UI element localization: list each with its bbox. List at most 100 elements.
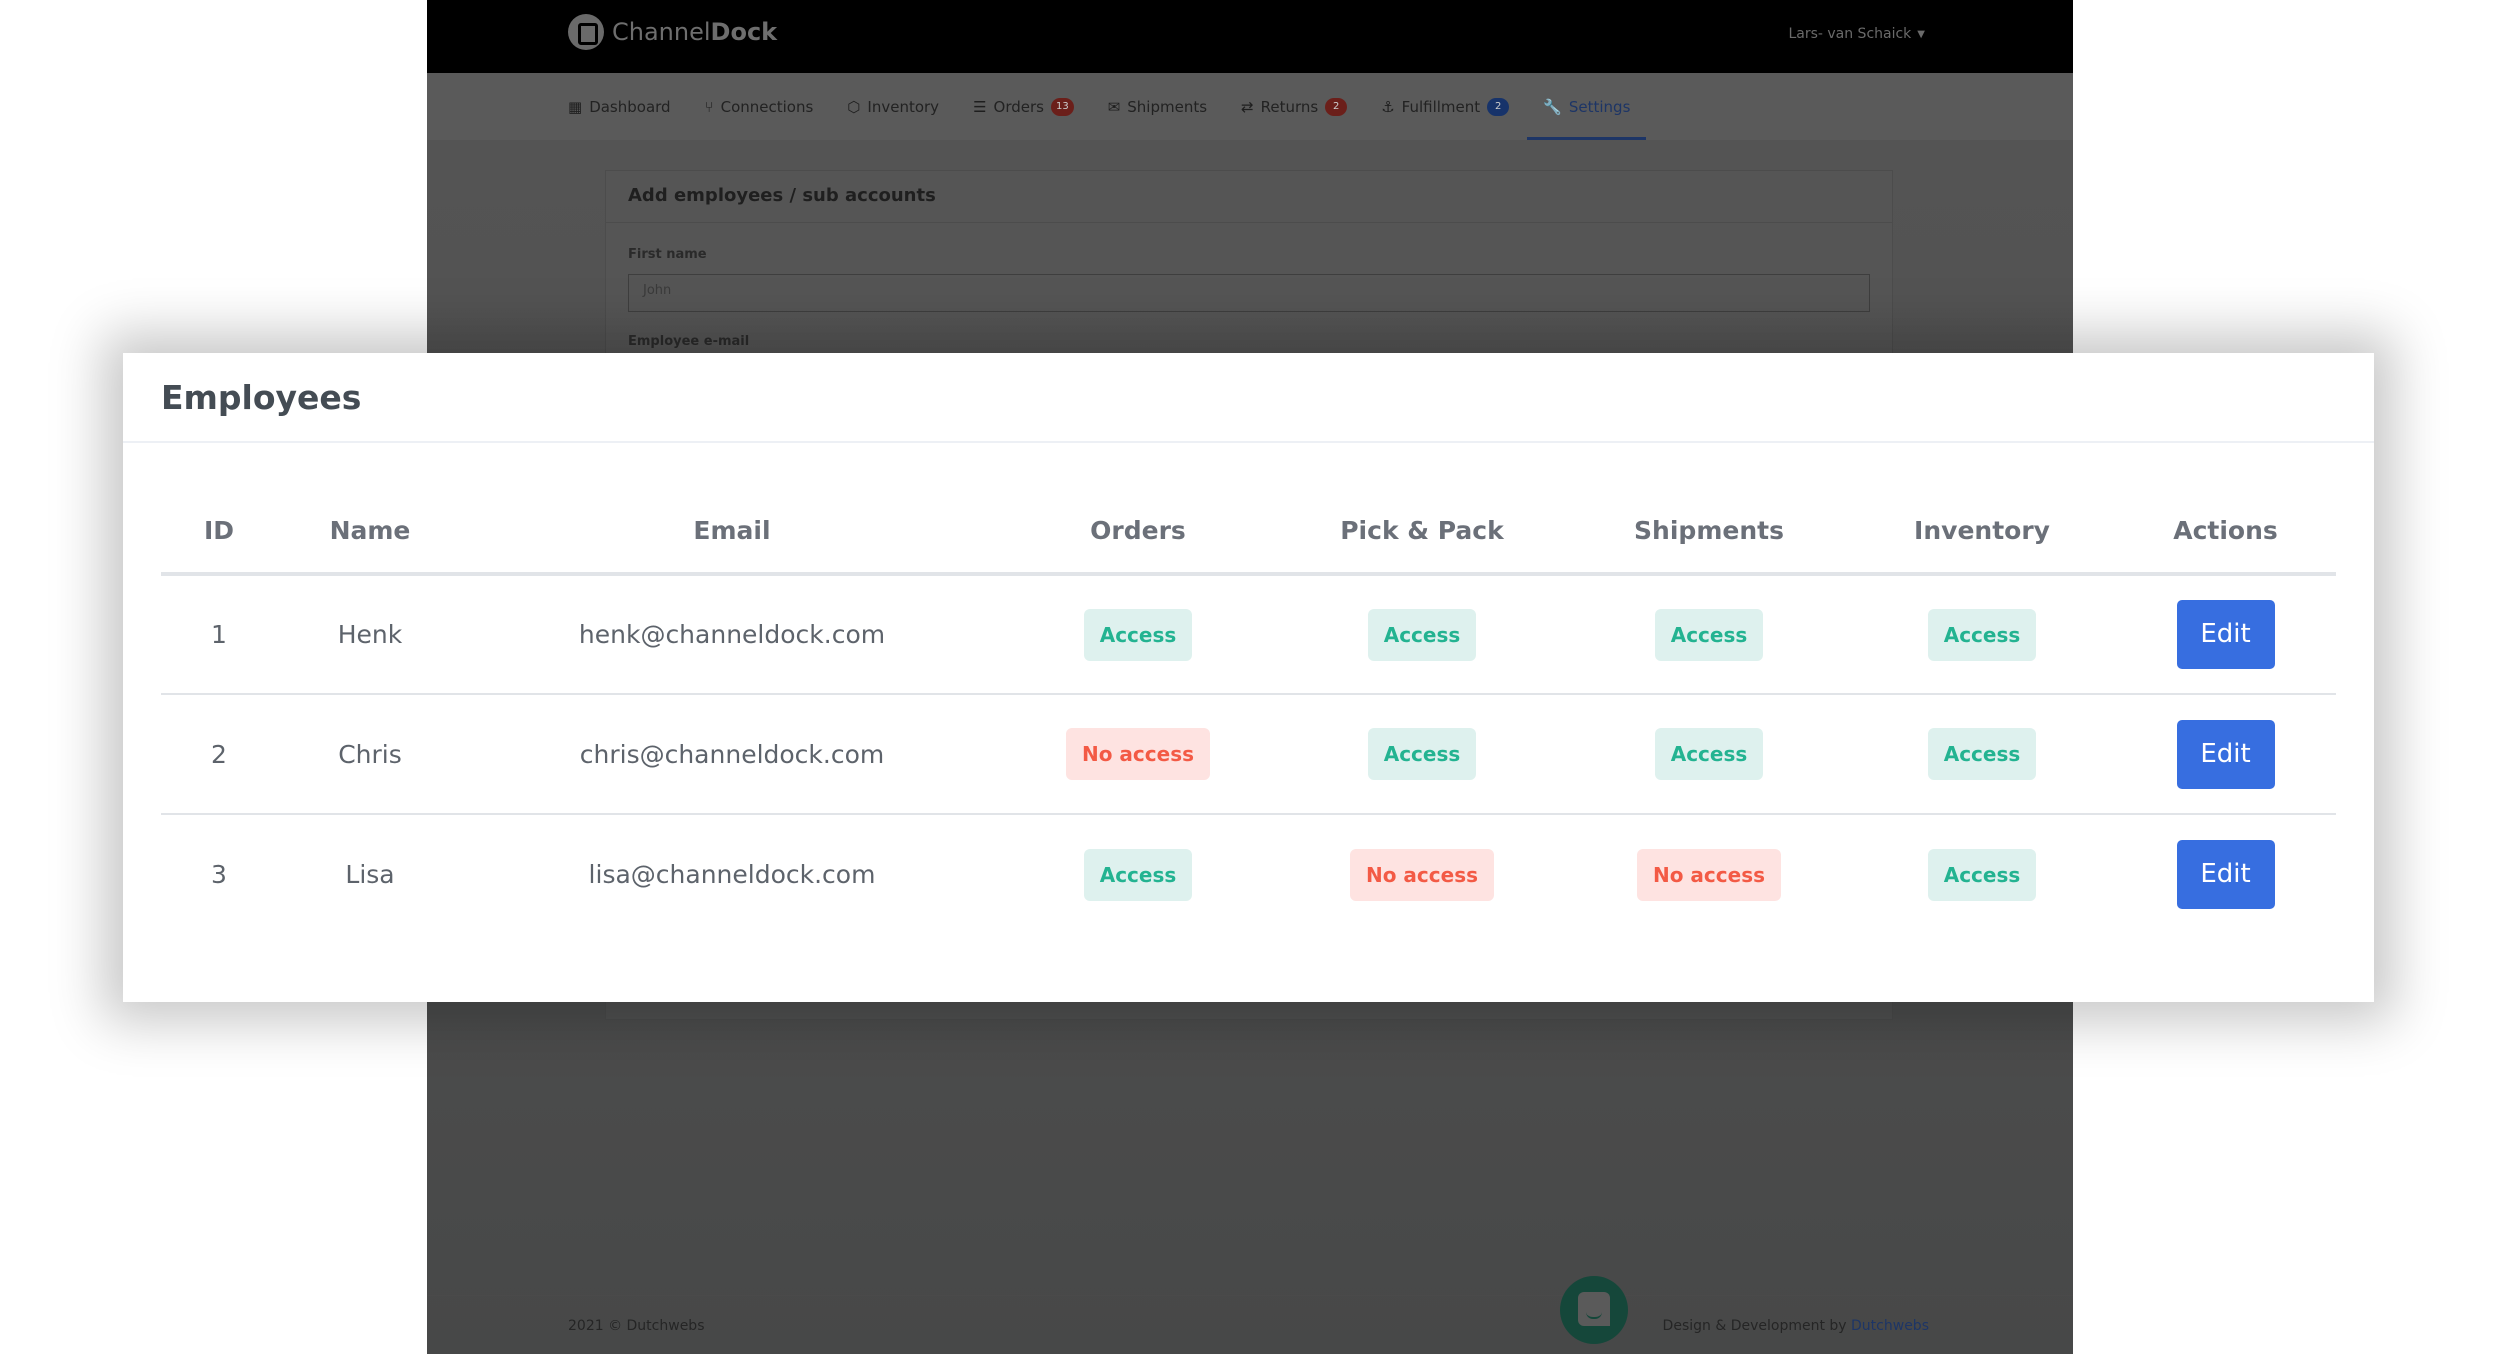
no-access-badge: No access xyxy=(1636,848,1782,901)
actions-cell: Edit xyxy=(2115,694,2336,815)
chat-bubble-icon xyxy=(1578,1292,1610,1326)
edit-button[interactable]: Edit xyxy=(2176,840,2275,909)
permission-cell-pick-pack: No access xyxy=(1275,814,1569,934)
returns-icon: ⇄ xyxy=(1241,97,1254,116)
nav-item-label: Inventory xyxy=(867,97,940,116)
access-badge: Access xyxy=(1083,848,1193,901)
employee-email: henk@channeldock.com xyxy=(463,574,1001,695)
access-badge: Access xyxy=(1654,608,1764,661)
brand-light: Channel xyxy=(612,18,711,46)
access-badge: Access xyxy=(1654,728,1764,780)
nav-item-settings[interactable]: 🔧 Settings xyxy=(1527,73,1647,140)
nav-item-label: Dashboard xyxy=(589,97,671,116)
modal-title: Employees xyxy=(161,377,362,417)
nav-count-badge: 2 xyxy=(1325,97,1348,116)
nav-count-badge: 2 xyxy=(1487,97,1510,116)
nav-item-label: Returns xyxy=(1260,97,1319,116)
employee-name: Henk xyxy=(277,574,463,695)
user-menu[interactable]: Lars- van Schaick ▼ xyxy=(1788,26,1925,42)
column-header-orders: Orders xyxy=(1001,488,1275,576)
no-access-badge: No access xyxy=(1065,728,1211,780)
column-header-name: Name xyxy=(277,488,463,576)
employee-id: 1 xyxy=(161,574,277,695)
permission-cell-inventory: Access xyxy=(1849,694,2115,815)
employees-table-wrapper: ID Name Email Orders Pick & Pack Shipments Inv… xyxy=(161,488,2336,934)
orders-icon: ☰ xyxy=(973,97,987,116)
brand-bold: Dock xyxy=(710,18,778,46)
actions-cell: Edit xyxy=(2115,814,2336,934)
caret-down-icon: ▼ xyxy=(1917,28,1925,40)
actions-cell: Edit xyxy=(2115,574,2336,695)
nav-item-orders[interactable]: ☰ Orders 13 xyxy=(973,73,1074,140)
add-employee-card-title: Add employees / sub accounts xyxy=(606,171,1892,223)
channeldock-logo[interactable]: ChannelDock xyxy=(568,14,777,50)
nav-item-label: Shipments xyxy=(1127,97,1208,116)
access-badge: Access xyxy=(1367,728,1477,780)
footer-credit: Design & Development by Dutchwebs xyxy=(1663,1318,1929,1334)
edit-button[interactable]: Edit xyxy=(2176,600,2275,669)
first-name-input[interactable]: John xyxy=(628,274,1870,312)
footer-copyright: 2021 © Dutchwebs xyxy=(568,1318,705,1334)
employee-email-label: Employee e-mail xyxy=(628,334,750,349)
permission-cell-shipments: Access xyxy=(1569,694,1849,815)
nav-item-returns[interactable]: ⇄ Returns 2 xyxy=(1241,73,1348,140)
access-badge: Access xyxy=(1367,608,1477,661)
nav-item-fulfillment[interactable]: ⚓ Fulfillment 2 xyxy=(1381,73,1510,140)
nav-item-label: Orders xyxy=(993,97,1044,116)
first-name-label: First name xyxy=(628,247,707,262)
nav-item-shipments[interactable]: ✉ Shipments xyxy=(1108,73,1207,140)
fulfillment-icon: ⚓ xyxy=(1381,97,1395,116)
modal-header: Employees xyxy=(123,353,2374,443)
employee-id: 3 xyxy=(211,860,227,889)
footer: 2021 © Dutchwebs Design & Development by… xyxy=(427,1295,2073,1354)
nav-item-label: Fulfillment xyxy=(1401,97,1481,116)
employee-email: chris@channeldock.com xyxy=(463,694,1001,815)
employee-id: 2 xyxy=(161,694,277,815)
footer-credit-link[interactable]: Dutchwebs xyxy=(1851,1318,1929,1334)
user-name: Lars- van Schaick xyxy=(1788,26,1912,42)
nav-item-inventory[interactable]: ⬡ Inventory xyxy=(847,73,939,140)
nav-item-dashboard[interactable]: ▦ Dashboard xyxy=(568,73,671,140)
employee-email: lisa@channeldock.com xyxy=(588,860,876,889)
shipments-icon: ✉ xyxy=(1107,97,1121,116)
dashboard-icon: ▦ xyxy=(568,97,583,116)
nav-count-badge: 13 xyxy=(1050,97,1074,116)
nav-item-label: Settings xyxy=(1568,97,1631,116)
column-header-id: ID xyxy=(161,488,277,576)
table-row: 3 Lisa lisa@channeldock.com Access No access… xyxy=(161,814,2336,934)
no-access-badge: No access xyxy=(1349,848,1495,901)
chat-widget-button[interactable] xyxy=(1560,1276,1628,1344)
access-badge: Access xyxy=(1083,608,1193,661)
edit-button[interactable]: Edit xyxy=(2176,719,2275,789)
inventory-icon: ⬡ xyxy=(847,97,861,116)
permission-cell-pick-pack: Access xyxy=(1275,694,1569,815)
permission-cell-orders: No access xyxy=(1001,694,1275,815)
access-badge: Access xyxy=(1927,728,2037,780)
permission-cell-pick-pack: Access xyxy=(1275,574,1569,695)
main-nav: ▦ Dashboard ⑂ Connections ⬡ Inventory ☰ Orders 1… xyxy=(427,73,2073,140)
permission-cell-inventory: Access xyxy=(1849,574,2115,695)
employees-table: ID Name Email Orders Pick & Pack Shipments Inv… xyxy=(161,488,2336,934)
permission-cell-orders: Access xyxy=(1001,574,1275,695)
column-header-shipments: Shipments xyxy=(1569,488,1849,576)
column-header-actions: Actions xyxy=(2115,488,2336,576)
column-header-inventory: Inventory xyxy=(1849,488,2115,576)
top-bar: ChannelDock Lars- van Schaick ▼ xyxy=(427,0,2073,73)
permission-cell-orders: Access xyxy=(1001,814,1275,934)
column-header-pick-pack: Pick & Pack xyxy=(1275,488,1569,576)
employee-name: Lisa xyxy=(345,860,395,889)
table-row: 1 Henk henk@channeldock.com Access Access Acc… xyxy=(161,574,2336,695)
logo-cube-icon xyxy=(568,14,604,50)
access-badge: Access xyxy=(1927,848,2037,901)
footer-credit-prefix: Design & Development by xyxy=(1662,1318,1847,1334)
settings-icon: 🔧 xyxy=(1543,97,1562,116)
employees-modal: Employees ID Name Email Orders Pick & Pack Sh… xyxy=(123,353,2374,1002)
column-header-email: Email xyxy=(463,488,1001,576)
table-row: 2 Chris chris@channeldock.com No access Acce… xyxy=(161,694,2336,815)
table-header-row: ID Name Email Orders Pick & Pack Shipments Inv… xyxy=(161,488,2336,576)
permission-cell-shipments: No access xyxy=(1569,814,1849,934)
nav-item-label: Connections xyxy=(720,97,814,116)
permission-cell-shipments: Access xyxy=(1569,574,1849,695)
permission-cell-inventory: Access xyxy=(1849,814,2115,934)
nav-item-connections[interactable]: ⑂ Connections xyxy=(705,73,814,140)
